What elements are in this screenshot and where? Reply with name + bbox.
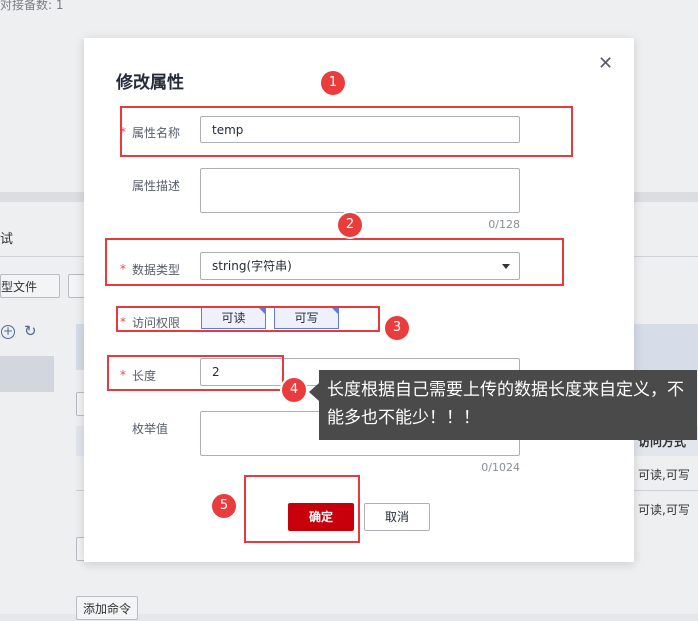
background-selected-row[interactable] [0,356,54,392]
cancel-button[interactable]: 取消 [364,503,430,531]
background-model-file-button[interactable]: 型文件 [0,274,60,298]
step-badge-1: 1 [321,71,345,95]
highlight-box-name [120,106,573,157]
background-device-count: 对接备数: 1 [0,0,64,12]
property-desc-textarea[interactable] [200,168,520,213]
refresh-icon[interactable]: ↻ [24,322,37,340]
add-circle-icon[interactable]: + [1,325,15,339]
tooltip-arrow [309,383,319,401]
close-icon[interactable]: ✕ [598,53,613,74]
enum-char-counter: 0/1024 [481,461,520,474]
highlight-box-length [107,355,284,391]
property-desc-label: 属性描述 [132,179,181,193]
background-row2-access: 可读,可写 [638,503,690,517]
add-command-button[interactable]: 添加命令 [76,596,138,620]
step-badge-3: 3 [385,316,409,340]
highlight-box-access [116,306,380,332]
step-badge-4: 4 [282,378,306,402]
enum-label: 枚举值 [132,422,169,436]
highlight-box-type [105,238,564,286]
background-tab[interactable]: 试 [0,228,13,247]
highlight-box-confirm [244,475,360,543]
length-tooltip: 长度根据自己需要上传的数据长度来自定义，不能多也不能少！！！ [319,370,697,440]
step-badge-2: 2 [338,213,362,237]
step-badge-5: 5 [212,494,236,518]
desc-char-counter: 0/128 [488,218,520,231]
dialog-title: 修改属性 [116,73,184,93]
background-row1-access: 可读,可写 [638,468,690,482]
